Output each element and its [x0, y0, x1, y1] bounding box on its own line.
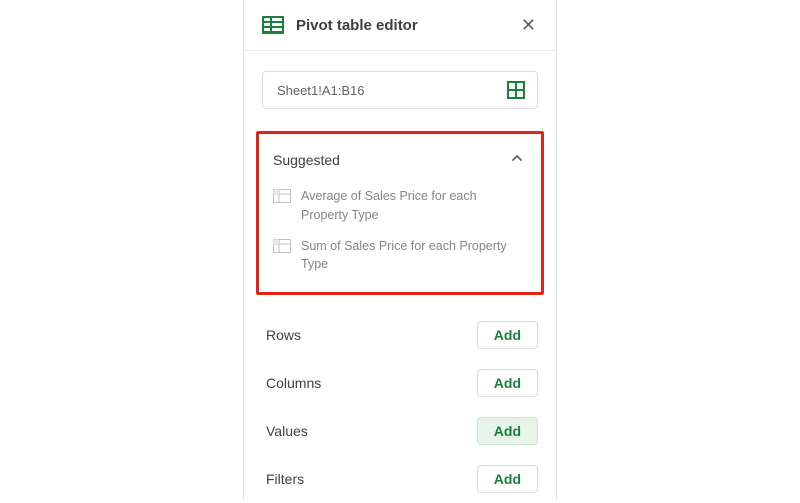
suggested-item[interactable]: Sum of Sales Price for each Property Typ…	[267, 231, 533, 281]
add-rows-button[interactable]: Add	[477, 321, 538, 349]
suggested-item-text: Sum of Sales Price for each Property Typ…	[301, 237, 527, 275]
data-range-input-wrap	[262, 71, 538, 109]
values-section: Values Add	[244, 407, 556, 455]
rows-label: Rows	[266, 327, 477, 343]
suggested-header[interactable]: Suggested	[267, 148, 533, 181]
rows-section: Rows Add	[244, 311, 556, 359]
filters-label: Filters	[266, 471, 477, 487]
data-range-row	[244, 51, 556, 121]
panel-header: Pivot table editor ✕	[244, 0, 556, 51]
suggested-section: Suggested Average of Sales Price for eac…	[256, 131, 544, 295]
add-filters-button[interactable]: Add	[477, 465, 538, 493]
filters-section: Filters Add	[244, 455, 556, 503]
chevron-up-icon[interactable]	[507, 148, 527, 171]
values-label: Values	[266, 423, 477, 439]
close-icon[interactable]: ✕	[517, 12, 540, 38]
data-range-input[interactable]	[275, 82, 505, 99]
add-values-button[interactable]: Add	[477, 417, 538, 445]
suggested-item[interactable]: Average of Sales Price for each Property…	[267, 181, 533, 231]
suggested-item-text: Average of Sales Price for each Property…	[301, 187, 527, 225]
pivot-table-icon	[262, 16, 284, 34]
select-range-icon[interactable]	[505, 79, 527, 101]
pivot-suggestion-icon	[273, 189, 291, 206]
columns-label: Columns	[266, 375, 477, 391]
add-columns-button[interactable]: Add	[477, 369, 538, 397]
panel-title: Pivot table editor	[296, 17, 517, 34]
suggested-label: Suggested	[273, 152, 507, 168]
pivot-suggestion-icon	[273, 239, 291, 256]
pivot-table-editor-panel: Pivot table editor ✕ Suggested	[243, 0, 557, 500]
columns-section: Columns Add	[244, 359, 556, 407]
